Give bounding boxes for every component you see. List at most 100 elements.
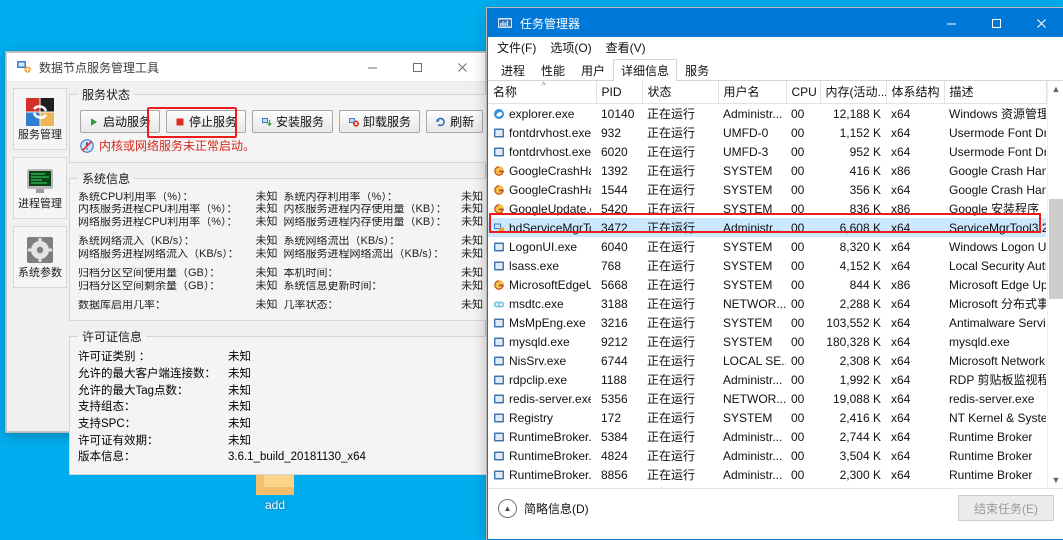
service-manager-window[interactable]: 数据节点服务管理工具 服务管理 进程管理 系统参数 服务状态 启动服务 停止服务… <box>6 52 493 476</box>
process-name-cell[interactable]: MicrosoftEdgeUpd... <box>488 275 596 294</box>
maximize-icon[interactable] <box>974 9 1019 37</box>
menu-view[interactable]: 查看(V) <box>606 39 646 56</box>
table-row[interactable]: hdServiceMgrTool... 3472正在运行Administr...0… <box>488 218 1046 237</box>
license-info-value: 3.6.1_build_20181130_x64 <box>228 451 366 464</box>
process-description: Runtime Broker <box>949 429 1033 444</box>
table-row[interactable]: GoogleCrashHandl... 1392 正在运行 SYSTEM 00 416 K… <box>488 161 1046 180</box>
table-row[interactable]: RuntimeBroker.exe 5384 正在运行 Administr... 00 2… <box>488 427 1046 446</box>
column-header-7[interactable]: 描述 <box>944 81 1047 104</box>
scroll-down-icon[interactable]: ▼ <box>1048 472 1063 488</box>
scroll-up-icon[interactable]: ▲ <box>1048 81 1063 97</box>
process-name-cell[interactable]: RuntimeBroker.exe <box>488 465 596 484</box>
process-name-cell[interactable]: GoogleUpdate.exe <box>488 199 596 218</box>
tab-2[interactable]: 用户 <box>573 59 613 80</box>
table-row[interactable]: RuntimeBroker.exe 4824 正在运行 Administr... 00 3… <box>488 446 1046 465</box>
process-name-cell[interactable]: fontdrvhost.exe <box>488 123 596 142</box>
column-header-0[interactable]: 名称 ^ <box>488 81 597 104</box>
system-info-key: 内核服务进程内存使用量（KB）： <box>283 204 447 216</box>
column-header-3[interactable]: 用户名 <box>718 81 787 104</box>
process-cpu: 00 <box>791 201 805 216</box>
process-name-cell[interactable]: LogonUI.exe <box>488 237 596 256</box>
stop-service-button[interactable]: 停止服务 <box>166 110 247 133</box>
menu-options[interactable]: 选项(O) <box>550 39 591 56</box>
column-header-2[interactable]: 状态 <box>642 81 719 104</box>
uninstall-service-button[interactable]: 卸载服务 <box>339 110 421 133</box>
process-name-cell[interactable]: lsass.exe <box>488 256 596 275</box>
process-name-cell[interactable]: NisSrv.exe <box>488 351 596 370</box>
scrollbar-thumb[interactable] <box>1049 199 1063 299</box>
maximize-icon[interactable] <box>395 53 440 81</box>
table-row[interactable]: SearchApp.exe 7776已挂起Administr...000 Kx64… <box>488 484 1046 489</box>
install-service-button[interactable]: 安装服务 <box>252 110 334 133</box>
table-row[interactable]: explorer.exe 10140 正在运行 Administr... 00 12,18… <box>488 104 1046 124</box>
system-info-row: 网络服务进程网络流入（KB/s）： 未知 <box>78 248 278 261</box>
process-pid: 5668 <box>601 277 628 292</box>
process-name-cell[interactable]: MsMpEng.exe <box>488 313 596 332</box>
process-name-cell[interactable]: fontdrvhost.exe <box>488 142 596 161</box>
process-name-cell[interactable]: hdServiceMgrTool... <box>488 218 596 237</box>
column-header-5[interactable]: 内存(活动... <box>820 81 887 104</box>
minimize-icon[interactable] <box>929 9 974 37</box>
sidebar-item-service-manage[interactable]: 服务管理 <box>13 88 67 150</box>
generic-exe-icon <box>493 431 505 443</box>
task-manager-titlebar[interactable]: 任务管理器 <box>488 9 1063 37</box>
tab-3[interactable]: 详细信息 <box>613 59 678 81</box>
column-header-4[interactable]: CPU <box>786 81 821 104</box>
menu-file[interactable]: 文件(F) <box>497 39 536 56</box>
system-info-row: 系统网络流出（KB/s）： 未知 <box>284 236 484 249</box>
process-name-cell[interactable]: SearchApp.exe <box>488 484 596 489</box>
process-name-cell[interactable]: RuntimeBroker.exe <box>488 427 596 446</box>
table-row[interactable]: fontdrvhost.exe 932 正在运行 UMFD-0 00 1,152 K x64… <box>488 123 1046 142</box>
process-user: SYSTEM <box>723 277 773 292</box>
process-arch: x86 <box>891 163 911 178</box>
table-row[interactable]: GoogleUpdate.exe 5420 正在运行 SYSTEM 00 836 K x86… <box>488 199 1046 218</box>
process-name-cell[interactable]: msdtc.exe <box>488 294 596 313</box>
close-icon[interactable] <box>440 53 485 81</box>
table-row[interactable]: GoogleCrashHandl... 1544 正在运行 SYSTEM 00 356 K… <box>488 180 1046 199</box>
process-name-cell[interactable]: GoogleCrashHandl... <box>488 161 596 180</box>
process-table-header: 名称 ^ PID 状态 用户名 CPU 内存(活动... 体系结构 描述 <box>488 81 1047 104</box>
system-info-group: 系统信息 系统CPU利用率（%）： 未知 内核服务进程CPU利用率（%）： 未知 网络服… <box>69 170 493 322</box>
process-list[interactable]: 名称 ^ PID 状态 用户名 CPU 内存(活动... 体系结构 描述 explorer.ex… <box>488 81 1063 488</box>
tab-1[interactable]: 性能 <box>533 59 573 80</box>
end-task-button[interactable]: 结束任务(E) <box>958 495 1054 521</box>
close-icon[interactable] <box>1019 9 1063 37</box>
generic-exe-icon <box>493 450 505 462</box>
table-row[interactable]: msdtc.exe 3188 正在运行 NETWOR... 00 2,288 K x64 Mi… <box>488 294 1046 313</box>
process-name-cell[interactable]: mysqld.exe <box>488 332 596 351</box>
table-row[interactable]: MicrosoftEdgeUpd... 5668 正在运行 SYSTEM 00 844 K… <box>488 275 1046 294</box>
process-name-cell[interactable]: rdpclip.exe <box>488 370 596 389</box>
task-manager-window[interactable]: 任务管理器 文件(F) 选项(O) 查看(V) 进程 性能 用户 详细信息 服务 名称 ^… <box>487 8 1063 540</box>
table-row[interactable]: NisSrv.exe 6744 正在运行 LOCAL SE... 00 2,308 K x6… <box>488 351 1046 370</box>
column-header-6[interactable]: 体系结构 <box>886 81 945 104</box>
sidebar-item-process-manage[interactable]: 进程管理 <box>13 157 67 219</box>
table-row[interactable]: redis-server.exe 5356 正在运行 NETWOR... 00 19,08… <box>488 389 1046 408</box>
process-pid: 10140 <box>601 106 635 121</box>
process-name-cell[interactable]: RuntimeBroker.exe <box>488 446 596 465</box>
start-service-button[interactable]: 启动服务 <box>80 110 161 133</box>
sidebar-item-system-params[interactable]: 系统参数 <box>13 226 67 288</box>
process-pid: 172 <box>601 410 622 425</box>
table-row[interactable]: lsass.exe 768 正在运行 SYSTEM 00 4,152 K x64 Local … <box>488 256 1046 275</box>
tab-4[interactable]: 服务 <box>677 59 717 80</box>
process-cpu: 00 <box>791 391 805 406</box>
table-row[interactable]: fontdrvhost.exe 6020 正在运行 UMFD-3 00 952 K x64 U… <box>488 142 1046 161</box>
table-row[interactable]: LogonUI.exe 6040 正在运行 SYSTEM 00 8,320 K x64 Win… <box>488 237 1046 256</box>
process-description: redis-server.exe <box>949 391 1035 406</box>
process-name-cell[interactable]: GoogleCrashHandl... <box>488 180 596 199</box>
process-name-cell[interactable]: redis-server.exe <box>488 389 596 408</box>
table-row[interactable]: rdpclip.exe 1188 正在运行 Administr... 00 1,992 K… <box>488 370 1046 389</box>
tab-0[interactable]: 进程 <box>493 59 533 80</box>
table-row[interactable]: mysqld.exe 9212 正在运行 SYSTEM 00 180,328 K x64 my… <box>488 332 1046 351</box>
process-name-cell[interactable]: Registry <box>488 408 596 427</box>
less-details-button[interactable]: ▲ 简略信息(D) <box>498 498 589 518</box>
table-row[interactable]: Registry 172 正在运行 SYSTEM 00 2,416 K x64 NT Kern… <box>488 408 1046 427</box>
table-row[interactable]: MsMpEng.exe 3216 正在运行 SYSTEM 00 103,552 K x64 A… <box>488 313 1046 332</box>
table-row[interactable]: RuntimeBroker.exe 8856 正在运行 Administr... 00 2… <box>488 465 1046 484</box>
process-name-cell[interactable]: explorer.exe <box>488 104 596 123</box>
column-header-1[interactable]: PID <box>596 81 643 104</box>
minimize-icon[interactable] <box>350 53 395 81</box>
service-manager-titlebar[interactable]: 数据节点服务管理工具 <box>7 53 485 82</box>
process-list-scrollbar[interactable]: ▲ ▼ <box>1047 81 1063 488</box>
refresh-button[interactable]: 刷新 <box>426 110 484 133</box>
